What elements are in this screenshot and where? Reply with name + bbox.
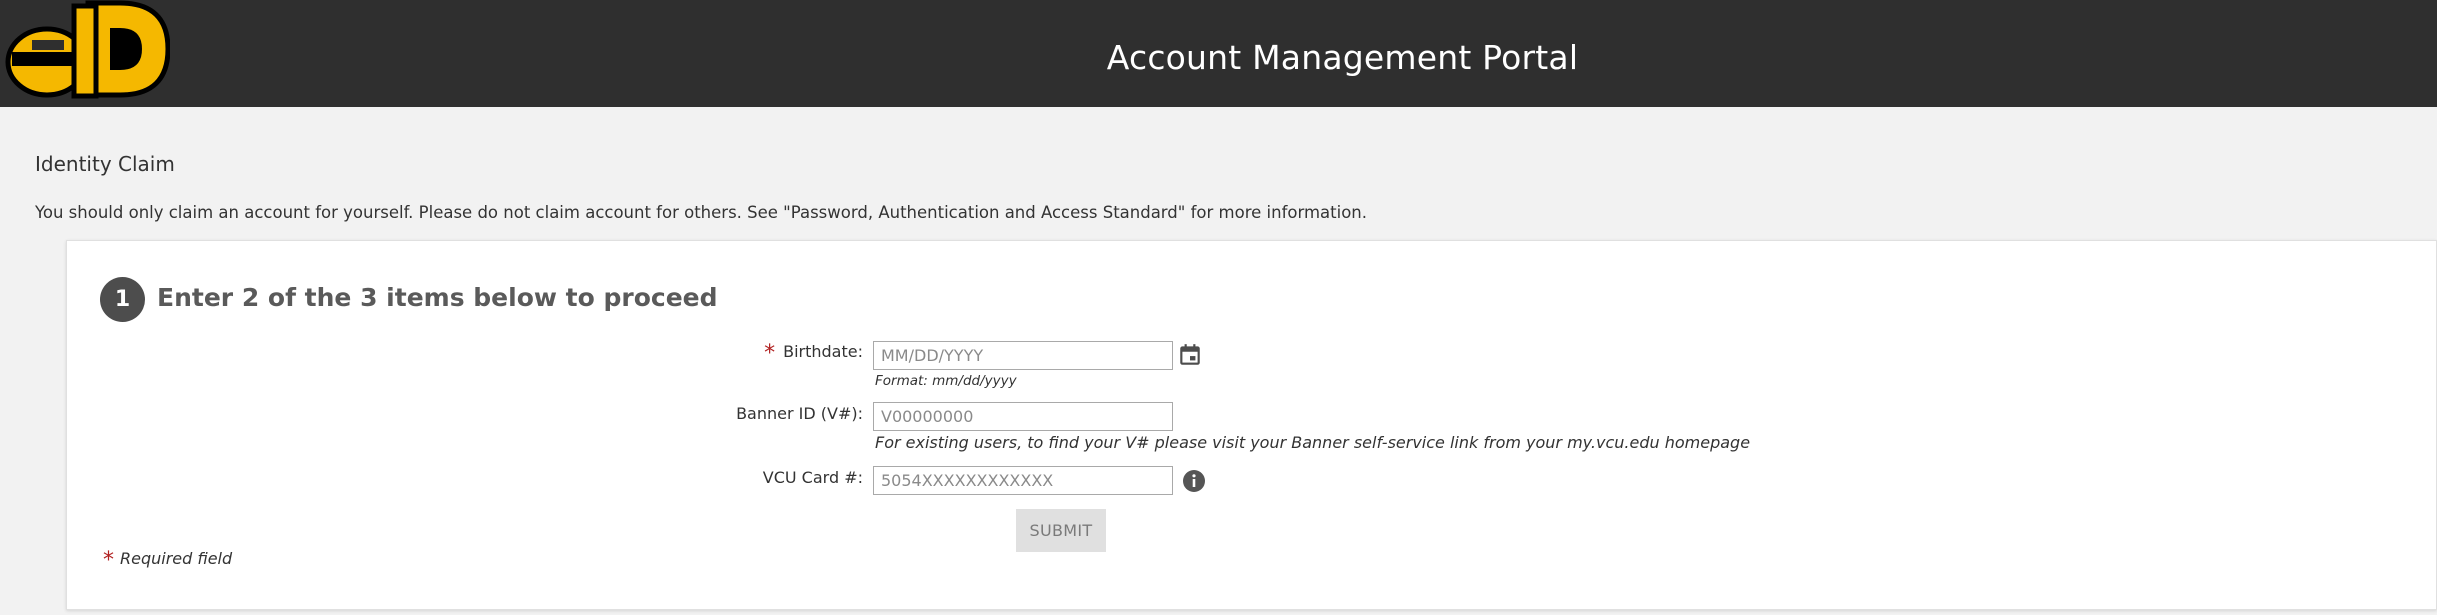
required-asterisk: *: [764, 341, 776, 366]
header-bar: Account Management Portal: [0, 0, 2437, 107]
birthdate-label: * Birthdate:: [623, 341, 863, 366]
portal-title: Account Management Portal: [1106, 38, 1579, 77]
birthdate-label-text: Birthdate:: [783, 342, 863, 361]
submit-button[interactable]: SUBMIT: [1016, 509, 1106, 552]
banner-id-label: Banner ID (V#):: [736, 404, 863, 423]
banner-id-hint: For existing users, to find your V# plea…: [875, 433, 1751, 452]
required-field-text: Required field: [120, 549, 233, 568]
birthdate-input[interactable]: [873, 341, 1173, 370]
required-asterisk: *: [103, 548, 114, 573]
vcu-card-label: VCU Card #:: [762, 468, 863, 487]
claim-notice: You should only claim an account for you…: [35, 203, 1368, 222]
banner-id-input[interactable]: [873, 402, 1173, 431]
birthdate-format-hint: Format: mm/dd/yyyy: [875, 373, 1017, 389]
vcu-card-input[interactable]: [873, 466, 1173, 495]
required-field-note: * Required field: [103, 548, 232, 573]
info-icon[interactable]: [1182, 469, 1206, 498]
calendar-icon[interactable]: [1177, 342, 1203, 373]
step-title: Enter 2 of the 3 items below to proceed: [157, 283, 718, 312]
identity-claim-card: 1 Enter 2 of the 3 items below to procee…: [66, 240, 2437, 610]
step-number-badge: 1: [100, 277, 145, 322]
page-title: Identity Claim: [35, 152, 175, 176]
